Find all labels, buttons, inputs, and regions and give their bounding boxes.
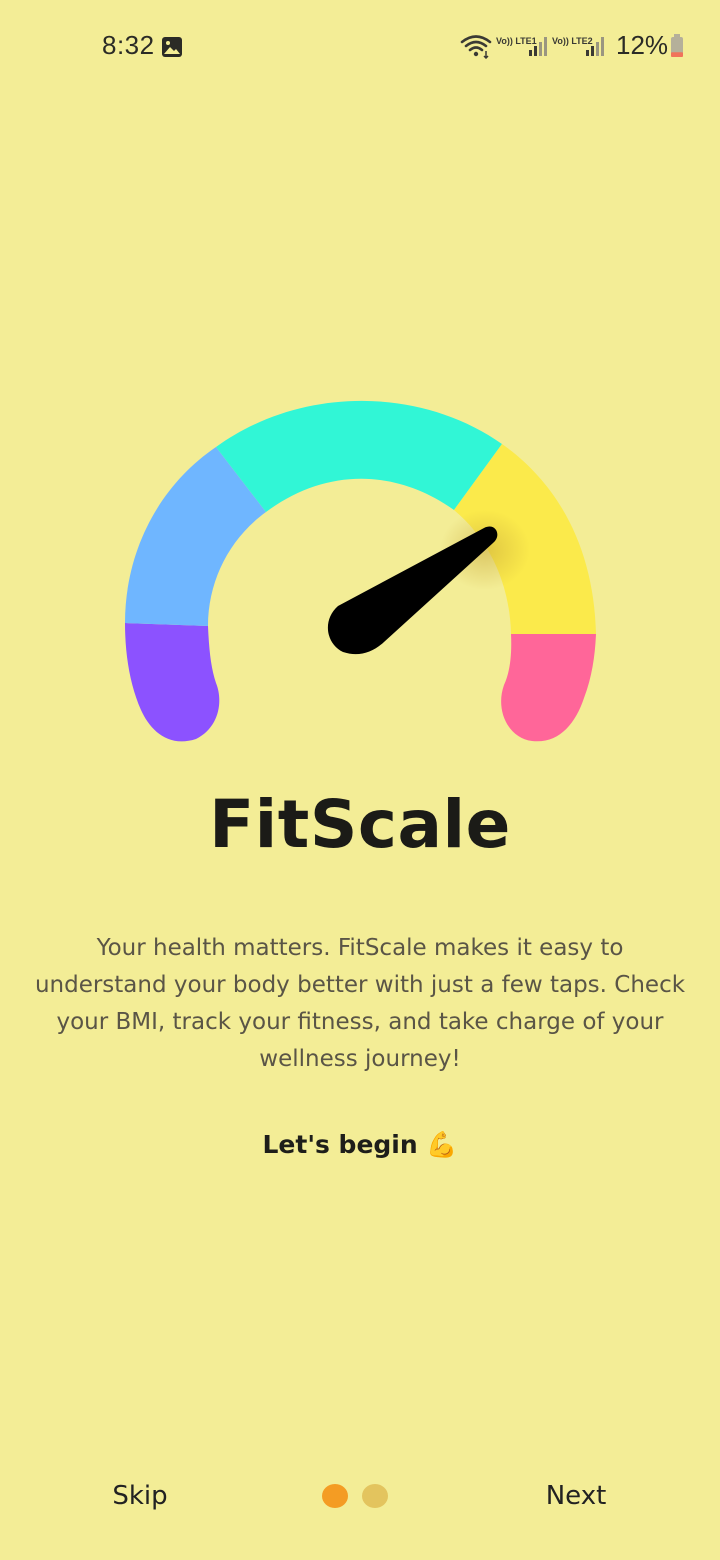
signal-strength-icon (529, 37, 547, 56)
onboarding-description: Your health matters. FitScale makes it e… (34, 935, 686, 1072)
gauge-needle (327, 526, 498, 655)
skip-button[interactable]: Skip (90, 1476, 190, 1516)
status-time: 8:32 (102, 30, 155, 60)
app-title: FitScale (209, 786, 511, 863)
gauge-segment-normal (216, 400, 502, 512)
gauge-segment-underweight (125, 623, 220, 742)
lets-begin-text: Let's begin 💪 (262, 1130, 458, 1159)
gallery-notification-icon (162, 37, 182, 57)
wifi-icon (460, 35, 492, 59)
battery-percent: 12% (616, 30, 669, 60)
status-bar: 8:32 Vo)) LTE1 Vo)) LTE2 12% (0, 0, 720, 92)
battery-level-fill (671, 52, 683, 57)
battery-icon (671, 34, 683, 57)
bmi-gauge-illustration (125, 400, 596, 742)
gauge-segment-obese (501, 634, 596, 742)
page-indicator-dot-active[interactable] (322, 1484, 348, 1508)
onboarding-navigation: Skip Next (0, 1462, 720, 1532)
next-button[interactable]: Next (526, 1476, 626, 1516)
signal-strength-icon (586, 37, 604, 56)
page-indicator-dot[interactable] (362, 1484, 388, 1508)
